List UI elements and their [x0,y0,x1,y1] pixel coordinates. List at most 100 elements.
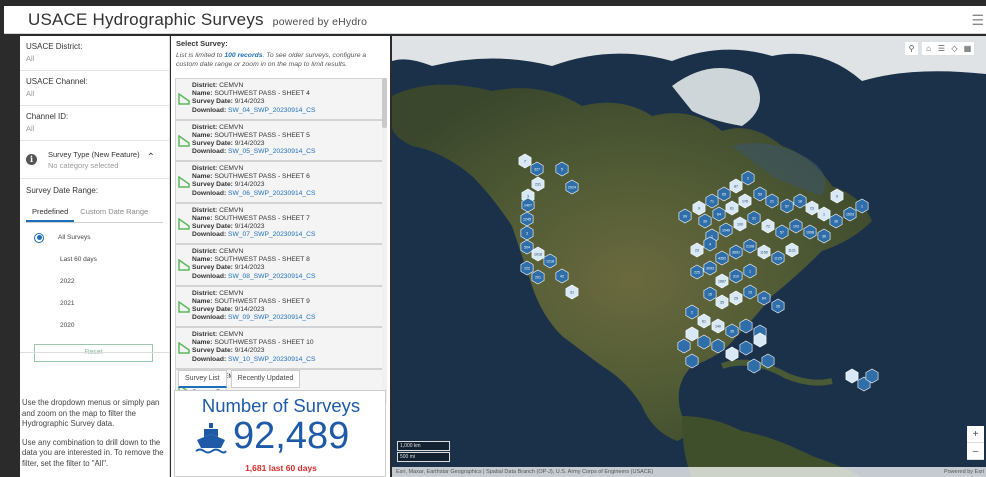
reset-button[interactable]: Reset [34,344,153,362]
hex-count-label: 176 [742,200,748,204]
survey-list-item[interactable]: District: CEMVN Name: SOUTHWEST PASS - SH… [175,161,383,203]
channel-id-label: Channel ID: [26,112,69,121]
layers-icon[interactable]: ◇ [948,42,961,55]
tab-predefined[interactable]: Predefined [26,203,75,222]
tab-recently-updated[interactable]: Recently Updated [230,370,301,388]
list-icon[interactable]: ☰ [935,42,948,55]
survey-date: Survey Date: 9/14/2023 [192,264,265,272]
hex-count-label: 2 [691,311,693,315]
option-label: Last 60 days [60,256,97,263]
survey-list-item[interactable]: District: CEMVN Name: SOUTHWEST PASS - SH… [175,119,383,161]
list-scrollbar[interactable] [382,78,387,404]
survey-list-item[interactable]: District: CEMVN Name: SOUTHWEST PASS - SH… [175,285,383,327]
survey-date-range: Survey Date Range: Predefined Custom Dat… [20,179,169,362]
map-view[interactable]: 7 327 5 231 2024 3 1407 1245 3 504 1018 122 1218 201 4… [392,36,986,477]
hex-count-label: 31 [570,291,574,295]
radio-selected-icon[interactable] [34,232,44,243]
search-icon[interactable]: ⚲ [905,42,918,55]
survey-counter: Number of Surveys 92,489 1,681 last 60 d… [174,390,386,477]
option-all-surveys[interactable]: All Surveys [26,227,163,248]
polygon-shape-icon [178,342,190,354]
survey-district: District: CEMVN [192,289,244,297]
hex-count-label: 36 [822,235,826,239]
hex-count-label: 57 [780,231,784,235]
hex-count-label: 3691 [732,251,740,255]
attribution-text: Esri, Maxar, Earthstar Geographics | Spa… [396,469,654,475]
option-2022[interactable]: 2022 [26,271,163,292]
home-icon[interactable]: ⌂ [922,42,935,55]
survey-details: District: CEMVN Name: SOUTHWEST PASS - SH… [192,165,315,198]
hex-count-label: 4352 [718,257,726,261]
map-attribution: Esri, Maxar, Earthstar Geographics | Spa… [392,467,986,477]
channel-value: All [26,89,35,98]
survey-list-item[interactable]: District: CEMVN Name: SOUTHWEST PASS - SH… [175,327,383,369]
hex-count-label: 7 [524,160,526,164]
survey-date: Survey Date: 9/14/2023 [192,347,265,355]
option-2020[interactable]: 2020 [26,315,163,336]
hex-count-label: 57 [785,205,789,209]
polygon-shape-icon [178,259,190,271]
help-paragraph-2: Use any combination to drill down to the… [22,437,164,468]
survey-date: Survey Date: 9/14/2023 [192,139,265,147]
scrollbar-thumb[interactable] [382,78,387,128]
basemap-gallery-icon[interactable]: ▦ [961,42,974,55]
hex-count-label: 122 [524,267,530,271]
option-2021[interactable]: 2021 [26,293,163,314]
download-link[interactable]: SW_07_SWP_20230914_CS [228,231,315,238]
survey-list[interactable]: District: CEMVN Name: SOUTHWEST PASS - SH… [175,78,383,404]
download-link[interactable]: SW_10_SWP_20230914_CS [228,356,315,363]
survey-type-filter[interactable]: i Survey Type (New Feature) No category … [20,141,169,179]
filter-panel: USACE District: All USACE Channel: All C… [20,36,170,477]
hex-count-label: 1687 [718,280,726,284]
download-link[interactable]: SW_09_SWP_20230914_CS [228,314,315,321]
info-icon: i [26,154,37,165]
hex-count-label: 29 [734,297,738,301]
channel-id-filter[interactable]: Channel ID: All [20,106,169,141]
survey-district: District: CEMVN [192,165,244,172]
polygon-shape-icon [178,217,190,230]
polygon-shape-icon [178,134,190,147]
hex-count-label: 1 [861,205,863,209]
hex-count-label: 42 [560,275,564,279]
download-link[interactable]: SW_05_SWP_20230914_CS [228,148,315,155]
polygon-shape-icon [178,176,190,188]
hamburger-icon[interactable]: ☰ [971,12,984,29]
channel-filter[interactable]: USACE Channel: All [20,71,169,106]
survey-name: Name: SOUTHWEST PASS - SHEET 7 [192,214,310,222]
hex-count-label: 327 [534,168,540,172]
help-paragraph-1: Use the dropdown menus or simply pan and… [22,398,160,429]
option-last-60-days[interactable]: Last 60 days [26,249,163,270]
zoom-out-button[interactable]: – [967,443,984,460]
survey-type-value: No category selected [48,161,119,170]
zoom-in-button[interactable]: + [967,426,984,443]
app-title: USACE Hydrographic Surveys [28,10,264,29]
hex-count-label: 15 [748,291,752,295]
hex-count-label: 21 [770,200,774,204]
zoom-controls: + – [967,426,984,460]
tab-survey-list[interactable]: Survey List [178,370,227,388]
tab-custom-date-range[interactable]: Custom Date Range [74,203,154,222]
download-link[interactable]: SW_08_SWP_20230914_CS [228,273,315,280]
hex-count-label: 64 [762,297,766,301]
download-link[interactable]: SW_06_SWP_20230914_CS [228,190,315,197]
chevron-up-icon[interactable]: ⌃ [147,152,155,163]
map-toolbar: ⌂ ☰ ◇ ▦ [922,42,974,55]
counter-title: Number of Surveys [201,395,361,416]
survey-date: Survey Date: 9/14/2023 [192,181,265,189]
hex-count-label: 71 [710,200,714,204]
hex-count-label: 59 [758,193,762,197]
survey-type-label: Survey Type (New Feature) [48,150,140,159]
select-survey-heading: Select Survey: [176,39,228,48]
survey-list-item[interactable]: District: CEMVN Name: SOUTHWEST PASS - SH… [175,202,383,244]
powered-by-esri[interactable]: Powered by Esri [944,469,984,475]
hex-count-label: 2108 [746,245,754,249]
hex-count-label: 310 [733,275,739,279]
survey-list-item[interactable]: District: CEMVN Name: SOUTHWEST PASS - SH… [175,78,383,120]
district-filter[interactable]: USACE District: All [20,36,169,71]
hex-count-label: 1407 [524,204,532,208]
hex-count-label: 15 [708,293,712,297]
hex-count-label: 100 [737,223,743,227]
hex-count-label: 26 [776,305,780,309]
survey-list-item[interactable]: District: CEMVN Name: SOUTHWEST PASS - SH… [175,244,383,286]
download-link[interactable]: SW_04_SWP_20230914_CS [228,107,315,114]
